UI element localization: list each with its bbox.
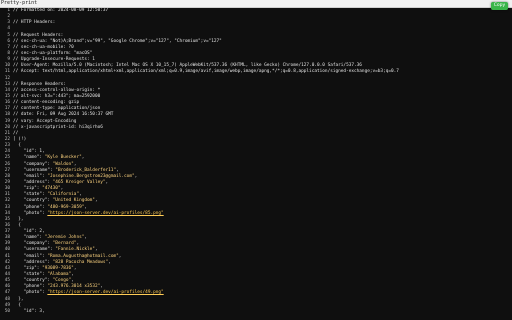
code-link[interactable]: "https://json-server.dev/ai-profiles/49.… — [47, 290, 163, 295]
code-token: // User-Agent: Mozilla/5.0 (Macintosh; I… — [13, 63, 362, 69]
code-token: "Jeremie Johns" — [44, 235, 85, 241]
code-token: // access-control-allow-origin: * — [13, 87, 101, 93]
code-token: "id": 1, — [13, 149, 45, 155]
code-token: "username": — [13, 247, 56, 253]
code-token: // alt-svc: h3=":443"; ma=2592000 — [13, 93, 101, 99]
code-token: "zip": — [13, 186, 43, 192]
code-token: "id": 3, — [13, 308, 45, 314]
code-token: , — [71, 278, 74, 284]
code-token: }, — [13, 216, 24, 222]
code-token: "company": — [13, 161, 53, 167]
code-token: "address": — [13, 179, 53, 185]
code-token: // content-encoding: gzip — [13, 100, 80, 106]
code-token: // Response Headers: — [13, 81, 66, 87]
code-token: , — [84, 235, 88, 241]
code-token: // sec-ch-ua-platform: "macOS" — [13, 50, 93, 56]
code-token: "state": — [13, 192, 48, 198]
code-link[interactable]: "https://json-server.dev/ai-profiles/85.… — [47, 211, 163, 216]
code-token: "Kyle Buecker" — [44, 155, 82, 161]
code-token: , — [60, 186, 64, 192]
toolbar: Pretty-print — [0, 0, 512, 8]
code-token: "name": — [13, 155, 45, 161]
code-token: "828 Pacocha Meadows" — [52, 259, 109, 265]
code-token: // sec-ch-ua: "Not)A;Brand";v="99", "Goo… — [13, 38, 222, 44]
code-token: "id": 2, — [13, 229, 45, 235]
code-token: , — [100, 284, 103, 290]
code-token: }, — [13, 296, 24, 302]
code-token: , — [84, 204, 88, 210]
code-token: "Josephine.Bergstrom23@gmail.com" — [47, 173, 135, 179]
code-token: // — [13, 130, 19, 136]
code-token: "phone": — [13, 204, 48, 210]
code-token: // HTTP Headers: — [13, 20, 56, 26]
code-token: "Roma.Augustha@hotmail.com" — [47, 253, 119, 259]
code-token: , — [71, 272, 74, 278]
code-token: // vary: Accept-Encoding — [13, 118, 77, 124]
code-token: // Accept: text/html,application/xhtml+x… — [13, 69, 399, 75]
code-token: "photo": — [13, 290, 48, 296]
code-view[interactable]: 1// Formatted on: 2024-08-09 12:50:37 2 3/… — [0, 8, 512, 320]
code-token: , — [108, 259, 111, 265]
code-token: "state": — [13, 272, 48, 278]
code-token: , — [118, 253, 122, 259]
code-token: , — [105, 179, 109, 185]
line-number: 50 — [4, 308, 10, 314]
code-token: "photo": — [13, 210, 48, 216]
code-token: "480-969-3059" — [47, 204, 85, 210]
code-token: // content-type: application/json — [13, 106, 101, 112]
code-token: "Bernard" — [52, 241, 77, 247]
code-token: , — [79, 192, 82, 198]
toolbar-label: Pretty-print — [1, 0, 38, 6]
code-token: "Broderick_Balderfer11" — [55, 167, 117, 173]
code-token: , — [73, 265, 77, 271]
code-token: "Congo" — [52, 278, 72, 284]
code-token: , — [94, 247, 98, 253]
code-token: "Waldon" — [52, 161, 74, 167]
code-token: "Alabama" — [47, 272, 72, 278]
code-token: // Request Headers: — [13, 32, 64, 38]
code-token: "email": — [13, 253, 48, 259]
code-token: // date: Fri, 09 Aug 2024 16:50:37 GMT — [13, 112, 114, 118]
code-token: , — [116, 167, 119, 173]
code-line: 50 "id": 3, — [0, 309, 512, 315]
code-token: "zip": — [13, 265, 43, 271]
code-token: "email": — [13, 173, 48, 179]
code-token: "Fannie.Nickle" — [55, 247, 95, 253]
code-token: // Formatted on: 2024-08-09 12:50:37 — [13, 8, 109, 13]
code-token: "California" — [47, 192, 80, 198]
code-token: "243.976.3014 x3532" — [47, 284, 101, 290]
code-token: "47430" — [42, 186, 61, 192]
code-token: // sec-ch-ua-mobile: ?0 — [13, 44, 74, 50]
code-token: , — [81, 155, 85, 161]
code-token: "address": — [13, 259, 53, 265]
code-token: "93089-7836" — [42, 265, 74, 271]
code-token: "United Kingdom" — [52, 198, 95, 204]
code-token: "name": — [13, 235, 45, 241]
code-token: { — [13, 143, 21, 149]
code-token: , — [94, 198, 98, 204]
code-token: { — [13, 302, 21, 308]
code-token: // Upgrade-Insecure-Requests: 1 — [13, 57, 95, 63]
code-token: "phone": — [13, 284, 48, 290]
code-token: "company": — [13, 241, 53, 247]
code-token: // x-javascriptprint-id: hi3qirho6 — [13, 124, 103, 130]
code-token: , — [76, 241, 80, 247]
code-token: "country": — [13, 198, 53, 204]
code-token: , — [134, 173, 138, 179]
code-token: , — [73, 161, 77, 167]
code-token: { — [13, 222, 21, 228]
code-token: "username": — [13, 167, 56, 173]
code-token: "465 Kreiger Valley" — [52, 179, 106, 185]
code-token: "country": — [13, 278, 53, 284]
code-token: (!) — [15, 136, 27, 142]
